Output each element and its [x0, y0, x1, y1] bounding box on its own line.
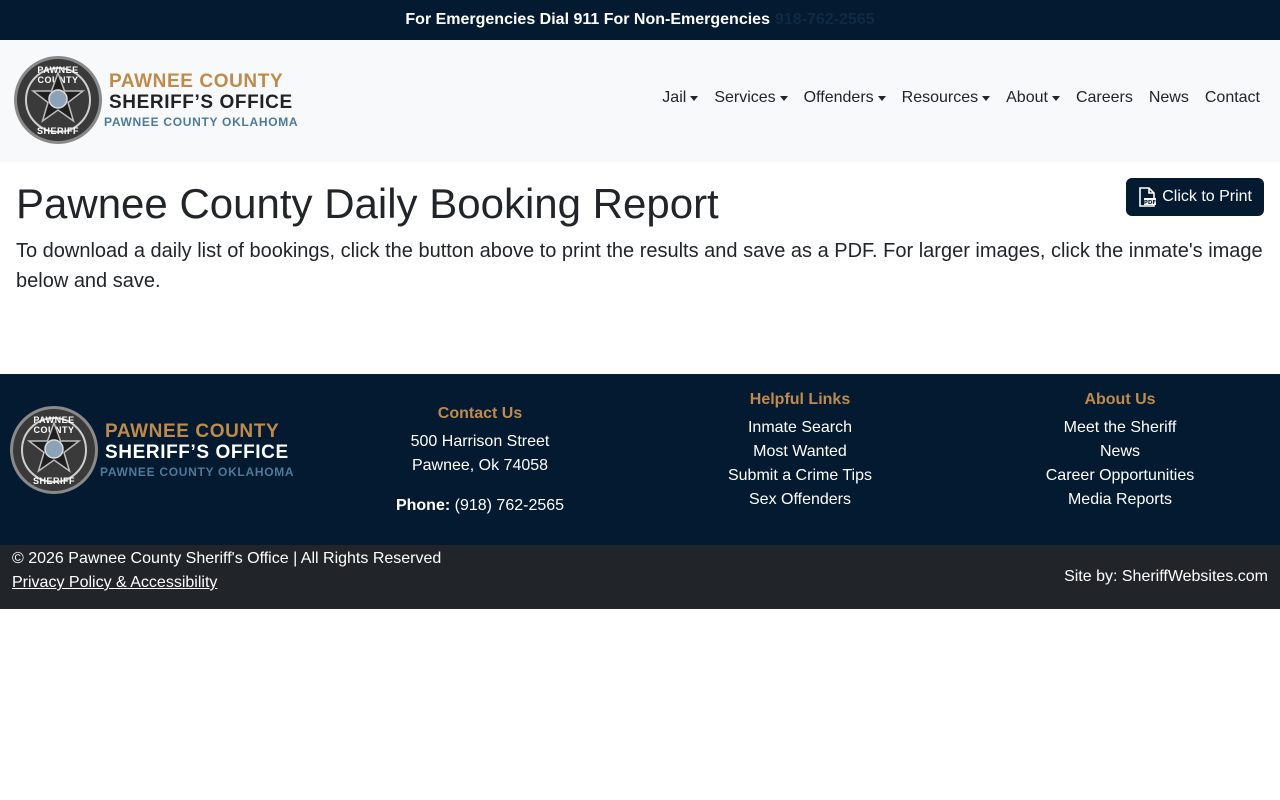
- logo-line-state: PAWNEE COUNTY OKLAHOMA: [104, 115, 299, 129]
- footer-logo[interactable]: PAWNEE COUNTY SHERIFF PAWNEE COUNTY SHER…: [10, 406, 294, 494]
- nav-about[interactable]: About: [1006, 89, 1060, 107]
- copyright-bar: © 2026 Pawnee County Sheriff's Office | …: [0, 545, 1280, 609]
- footer-contact: Contact Us 500 Harrison Street Pawnee, O…: [380, 402, 580, 518]
- footer-address-line2: Pawnee, Ok 74058: [411, 457, 549, 474]
- logo-line-office: SHERIFF’S OFFICE: [109, 92, 293, 113]
- site-header: PAWNEE COUNTY SHERIFF PAWNEE COUNTY SHER…: [0, 40, 1280, 162]
- nav-offenders[interactable]: Offenders: [804, 89, 886, 107]
- copyright-text: © 2026 Pawnee County Sheriff's Office | …: [12, 550, 442, 567]
- nav-contact[interactable]: Contact: [1205, 89, 1260, 107]
- nav-jail[interactable]: Jail: [662, 89, 699, 107]
- emergency-alert-bar: For Emergencies Dial 911 For Non-Emergen…: [0, 0, 1280, 40]
- site-footer: PAWNEE COUNTY SHERIFF PAWNEE COUNTY SHER…: [0, 374, 1280, 545]
- non-emergency-phone-link[interactable]: 918-762-2565: [775, 11, 875, 29]
- caret-down-icon: [690, 95, 699, 101]
- footer-link-careers[interactable]: Career Opportunities: [1000, 464, 1240, 488]
- sheriff-badge-icon: PAWNEE COUNTY SHERIFF: [14, 56, 102, 144]
- nav-careers[interactable]: Careers: [1076, 89, 1133, 107]
- badge-bottom-text: SHERIFF: [32, 476, 75, 486]
- footer-helpful-links: Helpful Links Inmate Search Most Wanted …: [680, 388, 920, 512]
- footer-link-inmate-search[interactable]: Inmate Search: [680, 416, 920, 440]
- footer-link-media-reports[interactable]: Media Reports: [1000, 488, 1240, 512]
- caret-down-icon: [779, 95, 788, 101]
- footer-about: About Us Meet the Sheriff News Career Op…: [1000, 388, 1240, 512]
- badge-bottom-text: SHERIFF: [36, 126, 79, 136]
- logo-wordmark: PAWNEE COUNTY SHERIFF’S OFFICE PAWNEE CO…: [104, 72, 298, 128]
- logo-line-state: PAWNEE COUNTY OKLAHOMA: [100, 465, 295, 479]
- footer-phone-label: Phone:: [395, 497, 451, 514]
- footer-link-meet-sheriff[interactable]: Meet the Sheriff: [1000, 416, 1240, 440]
- logo-line-county: PAWNEE COUNTY: [105, 421, 280, 442]
- caret-down-icon: [982, 95, 991, 101]
- print-button[interactable]: PDF Click to Print: [1126, 178, 1264, 216]
- main-nav: Jail Services Offenders Resources About …: [662, 89, 1260, 107]
- sheriff-badge-icon: PAWNEE COUNTY SHERIFF: [10, 406, 98, 494]
- footer-about-heading: About Us: [1084, 391, 1156, 408]
- footer-link-most-wanted[interactable]: Most Wanted: [680, 440, 920, 464]
- star-icon: [26, 421, 82, 473]
- logo-line-office: SHERIFF’S OFFICE: [105, 442, 289, 463]
- footer-phone: Phone: (918) 762-2565: [380, 494, 580, 518]
- intro-text: To download a daily list of bookings, cl…: [16, 240, 1263, 292]
- footer-link-crime-tips[interactable]: Submit a Crime Tips: [680, 464, 920, 488]
- footer-address-line1: 500 Harrison Street: [410, 433, 550, 450]
- nav-services[interactable]: Services: [714, 89, 788, 107]
- nav-news[interactable]: News: [1149, 89, 1189, 107]
- caret-down-icon: [1051, 95, 1060, 101]
- print-button-label: Click to Print: [1162, 188, 1252, 205]
- footer-links-heading: Helpful Links: [749, 391, 851, 408]
- footer-link-sex-offenders[interactable]: Sex Offenders: [680, 488, 920, 512]
- svg-text:PDF: PDF: [1144, 200, 1156, 206]
- header-logo[interactable]: PAWNEE COUNTY SHERIFF PAWNEE COUNTY SHER…: [14, 56, 298, 144]
- footer-phone-link[interactable]: (918) 762-2565: [455, 497, 564, 514]
- logo-wordmark: PAWNEE COUNTY SHERIFF’S OFFICE PAWNEE CO…: [100, 422, 294, 478]
- page-title: Pawnee County Daily Booking Report: [16, 180, 719, 227]
- caret-down-icon: [877, 95, 886, 101]
- footer-link-news[interactable]: News: [1000, 440, 1240, 464]
- footer-contact-heading: Contact Us: [437, 405, 523, 422]
- nav-resources[interactable]: Resources: [902, 89, 991, 107]
- logo-line-county: PAWNEE COUNTY: [109, 71, 284, 92]
- pdf-file-icon: PDF: [1139, 187, 1157, 207]
- privacy-policy-link[interactable]: Privacy Policy & Accessibility: [12, 571, 217, 595]
- star-icon: [30, 71, 86, 123]
- site-credit-link[interactable]: Site by: SheriffWebsites.com: [1064, 565, 1268, 589]
- emergency-alert-text: For Emergencies Dial 911 For Non-Emergen…: [405, 11, 770, 28]
